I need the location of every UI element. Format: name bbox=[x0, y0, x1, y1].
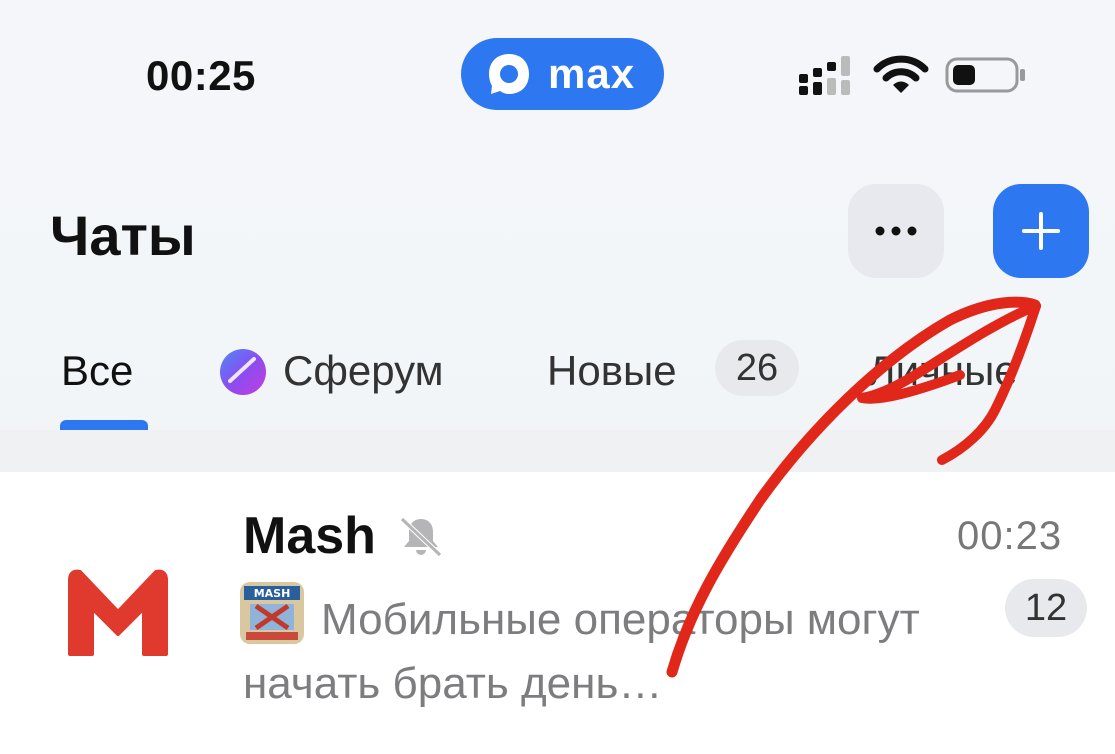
more-dots-icon bbox=[875, 226, 917, 236]
new-chat-button[interactable] bbox=[993, 184, 1089, 278]
tab-sferum[interactable]: Сферум bbox=[283, 347, 444, 395]
chat-preview: Мобильные операторы могут начать брать д… bbox=[243, 595, 920, 708]
battery-icon bbox=[945, 57, 1025, 93]
more-options-button[interactable] bbox=[848, 184, 944, 278]
chat-time: 00:23 bbox=[957, 514, 1063, 558]
wifi-icon bbox=[873, 55, 929, 93]
cellular-signal-icon bbox=[799, 56, 850, 95]
tab-new-count-badge: 26 bbox=[715, 340, 799, 396]
chat-name: Mash bbox=[243, 507, 376, 565]
status-time: 00:25 bbox=[146, 52, 256, 99]
max-logo-icon bbox=[489, 54, 529, 94]
mash-avatar bbox=[68, 569, 168, 656]
max-badge-label: max bbox=[548, 50, 636, 97]
unread-count-badge: 12 bbox=[1005, 579, 1087, 637]
tab-personal[interactable]: Личные bbox=[868, 347, 1018, 395]
tab-all[interactable]: Все bbox=[61, 347, 133, 395]
tab-new[interactable]: Новые bbox=[547, 347, 677, 395]
max-app-badge[interactable]: max bbox=[461, 38, 664, 110]
active-tab-indicator bbox=[60, 420, 148, 430]
section-separator bbox=[0, 430, 1115, 472]
page-title: Чаты bbox=[50, 204, 196, 267]
sferum-icon bbox=[220, 349, 266, 395]
plus-icon bbox=[1022, 212, 1060, 250]
muted-bell-icon bbox=[400, 517, 442, 557]
